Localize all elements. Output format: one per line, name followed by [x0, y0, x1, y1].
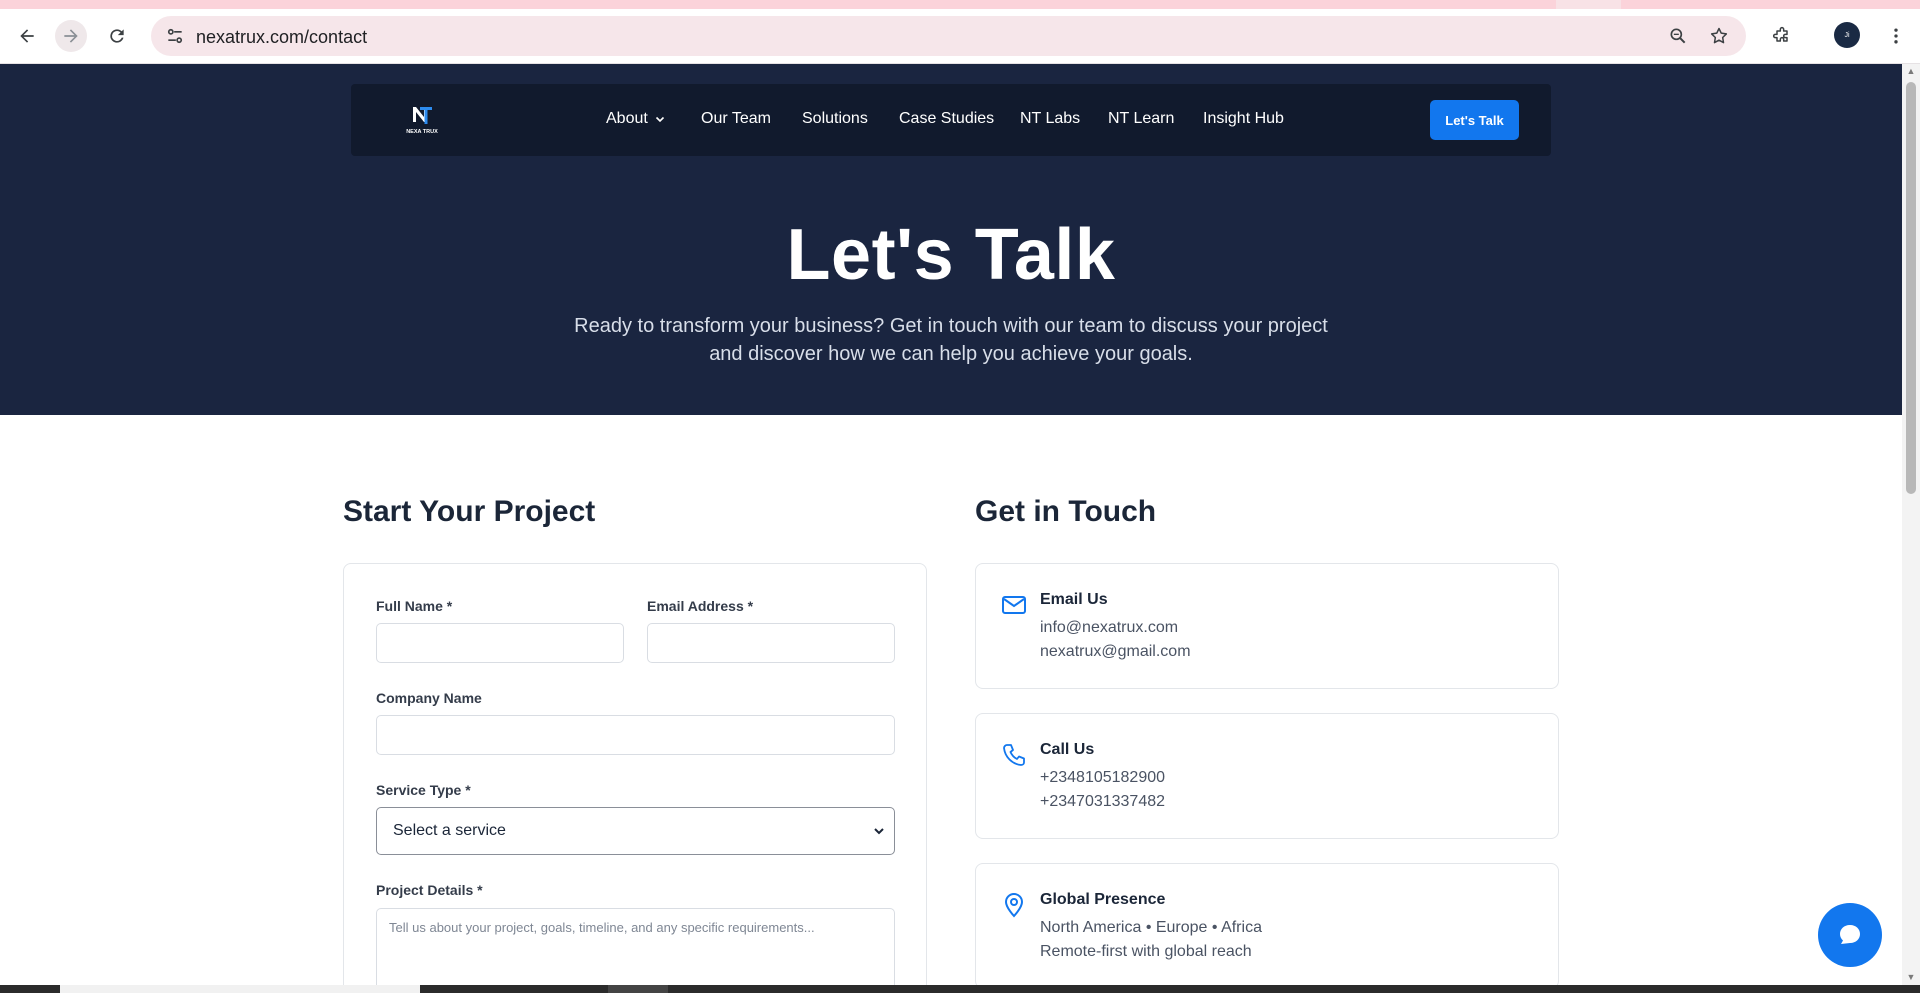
email-card: Email Us info@nexatrux.com nexatrux@gmai… [975, 563, 1559, 689]
nav-nt-labs-label: NT Labs [1020, 110, 1081, 127]
email-card-title: Email Us [1040, 591, 1108, 608]
nav-about[interactable]: About [606, 110, 666, 128]
presence-card: Global Presence North America • Europe •… [975, 863, 1559, 985]
presence-note: Remote-first with global reach [1040, 943, 1252, 960]
nav-about-label: About [606, 110, 648, 127]
nav-solutions[interactable]: Solutions [802, 110, 868, 128]
arrow-left-icon [20, 29, 34, 43]
nav-our-team[interactable]: Our Team [701, 110, 771, 128]
email-input[interactable] [647, 623, 895, 663]
project-details-textarea[interactable]: Tell us about your project, goals, timel… [376, 908, 895, 985]
phone-card: Call Us +2348105182900 +2347031337482 [975, 713, 1559, 839]
profile-avatar[interactable]: Ji [1834, 22, 1860, 48]
tab[interactable] [1621, 0, 1920, 9]
nav-insight-hub[interactable]: Insight Hub [1203, 110, 1284, 128]
contact-section-title: Get in Touch [975, 495, 1157, 528]
nav-nt-learn[interactable]: NT Learn [1108, 110, 1174, 128]
bookmark-star-icon[interactable] [1707, 24, 1731, 48]
project-details-label: Project Details * [376, 882, 483, 898]
bottom-taskbar-strip [0, 985, 1920, 993]
page-title: Let's Talk [786, 215, 1116, 295]
presence-regions: North America • Europe • Africa [1040, 919, 1262, 936]
map-pin-icon [1004, 893, 1024, 918]
project-form: Full Name * Email Address * Company Name… [343, 563, 927, 985]
phone-card-title: Call Us [1040, 741, 1095, 758]
puzzle-icon [1772, 26, 1788, 42]
nav-insight-hub-label: Insight Hub [1203, 110, 1284, 127]
address-bar[interactable]: nexatrux.com/contact [151, 16, 1746, 56]
presence-card-title: Global Presence [1040, 891, 1166, 908]
mail-icon [1002, 596, 1026, 614]
browser-toolbar: nexatrux.com/contact Ji [0, 9, 1920, 64]
nav-nt-learn-label: NT Learn [1108, 110, 1175, 127]
active-tab[interactable] [0, 0, 1556, 9]
site-info-button[interactable] [160, 21, 190, 51]
service-type-label: Service Type * [376, 782, 471, 798]
full-name-input[interactable] [376, 623, 624, 663]
scroll-up-arrow-icon[interactable]: ▲ [1906, 66, 1916, 76]
tune-icon [167, 28, 183, 44]
vertical-scrollbar[interactable]: ▲ ▼ [1902, 64, 1920, 985]
phone-primary-link[interactable]: +2348105182900 [1040, 769, 1165, 787]
taskbar-item[interactable] [60, 985, 420, 993]
reload-button[interactable] [101, 20, 133, 52]
more-vertical-icon [1894, 28, 1898, 44]
phone-icon [1003, 744, 1025, 766]
profile-initial: Ji [1844, 31, 1850, 39]
hero-subtitle: Ready to transform your business? Get in… [574, 315, 1328, 365]
nav-nt-labs[interactable]: NT Labs [1020, 110, 1080, 128]
company-label: Company Name [376, 690, 482, 706]
email-secondary-link[interactable]: nexatrux@gmail.com [1040, 643, 1191, 661]
forward-button[interactable] [55, 20, 87, 52]
chat-bubble-icon [1840, 925, 1860, 944]
extensions-button[interactable] [1766, 20, 1798, 52]
lets-talk-button[interactable]: Let's Talk [1430, 100, 1519, 140]
full-name-label: Full Name * [376, 598, 453, 614]
email-primary-link[interactable]: info@nexatrux.com [1040, 619, 1178, 637]
scroll-down-arrow-icon[interactable]: ▼ [1906, 972, 1916, 982]
page-viewport: NEXA TRUX About Our Team Solutions Case … [0, 64, 1902, 985]
phone-secondary-link[interactable]: +2347031337482 [1040, 793, 1165, 811]
back-button[interactable] [11, 20, 43, 52]
chevron-down-icon [655, 116, 664, 123]
taskbar-item[interactable] [608, 985, 668, 993]
email-label: Email Address * [647, 598, 754, 614]
nav-solutions-label: Solutions [802, 110, 868, 127]
browser-menu-button[interactable] [1880, 20, 1912, 52]
main-navbar: NEXA TRUX About Our Team Solutions Case … [351, 84, 1551, 156]
reload-icon [110, 29, 124, 43]
scrollbar-thumb[interactable] [1906, 82, 1916, 494]
url-text[interactable]: nexatrux.com/contact [196, 27, 367, 48]
service-type-value: Select a service [393, 822, 506, 839]
chat-widget-button[interactable] [1818, 903, 1882, 967]
service-type-select[interactable]: Select a service [376, 807, 895, 855]
chevron-down-icon [874, 828, 884, 835]
form-section-title: Start Your Project [343, 495, 596, 528]
nav-links: About Our Team Solutions Case Studies NT… [351, 84, 1551, 156]
company-input[interactable] [376, 715, 895, 755]
tab-strip [0, 0, 1920, 9]
nav-case-studies-label: Case Studies [899, 110, 995, 127]
nav-case-studies[interactable]: Case Studies [899, 110, 994, 128]
nav-our-team-label: Our Team [701, 110, 771, 127]
zoom-icon[interactable] [1666, 24, 1690, 48]
project-details-placeholder: Tell us about your project, goals, timel… [389, 920, 815, 935]
arrow-right-icon [64, 29, 78, 43]
hero-section: NEXA TRUX About Our Team Solutions Case … [0, 64, 1902, 415]
